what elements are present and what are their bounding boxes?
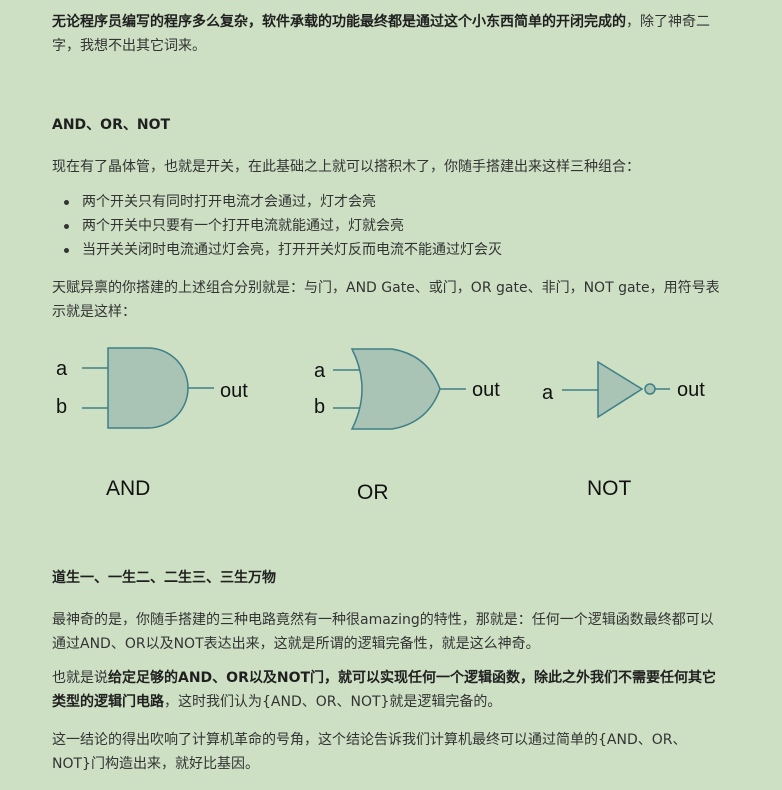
gate-names-paragraph: 天赋异禀的你搭建的上述组合分别就是：与门，AND Gate、或门，OR gate… [52, 280, 720, 320]
section-heading-completeness: 道生一、一生二、二生三、三生万物 [52, 570, 276, 586]
list-item: 当开关关闭时电流通过灯会亮，打开开关灯反而电流不能通过灯会灭 [52, 238, 502, 262]
article: 无论程序员编写的程序多么复杂，软件承载的功能最终都是通过这个小东西简单的开闭完成… [0, 0, 782, 790]
or-input-a-label: a [314, 360, 326, 382]
and-gate-body [107, 347, 189, 429]
section-heading-gates: AND、OR、NOT [52, 117, 171, 133]
and-output-label: out [220, 380, 248, 402]
and-input-a-label: a [56, 358, 68, 380]
or-gate: a b out OR [314, 348, 500, 504]
or-gate-body [350, 348, 441, 430]
not-caption: NOT [587, 477, 632, 500]
not-gate: a out NOT [542, 360, 705, 500]
and-input-b-label: b [56, 396, 67, 418]
list-item: 两个开关中只要有一个打开电流就能通过，灯就会亮 [52, 214, 502, 238]
logic-gates-figure: a b out AND a b out OR a out NOT [56, 347, 705, 504]
or-input-b-label: b [314, 396, 325, 418]
and-gate: a b out AND [56, 347, 248, 500]
and-caption: AND [106, 477, 150, 500]
or-output-label: out [472, 379, 500, 401]
list-item-text: 当开关关闭时电流通过灯会亮，打开开关灯反而电流不能通过灯会灭 [82, 242, 502, 258]
list-item-text: 两个开关只有同时打开电流才会通过，灯才会亮 [82, 194, 376, 210]
transistor-paragraph: 现在有了晶体管，也就是开关，在此基础之上就可以搭积木了，你随手搭建出来这样三种组… [52, 159, 640, 175]
not-gate-body [597, 360, 644, 419]
intro-paragraph: 无论程序员编写的程序多么复杂，软件承载的功能最终都是通过这个小东西简单的开闭完成… [52, 10, 720, 58]
revolution-paragraph: 这一结论的得出吹响了计算机革命的号角，这个结论告诉我们计算机最终可以通过简单的{… [52, 732, 687, 772]
completeness-pre-text: 也就是说 [52, 670, 108, 686]
bullet-icon [64, 248, 69, 253]
completeness-paragraph: 也就是说给定足够的AND、OR以及NOT门，就可以实现任何一个逻辑函数，除此之外… [52, 666, 720, 714]
or-caption: OR [357, 481, 389, 504]
list-item: 两个开关只有同时打开电流才会通过，灯才会亮 [52, 190, 502, 214]
completeness-post-text: ，这时我们认为{AND、OR、NOT}就是逻辑完备的。 [164, 694, 502, 710]
not-inversion-bubble [644, 383, 656, 395]
combination-list: 两个开关只有同时打开电流才会通过，灯才会亮 两个开关中只要有一个打开电流就能通过… [52, 190, 502, 262]
not-input-label: a [542, 382, 554, 404]
intro-bold-text: 无论程序员编写的程序多么复杂，软件承载的功能最终都是通过这个小东西简单的开闭完成… [52, 14, 626, 30]
bullet-icon [64, 200, 69, 205]
not-output-label: out [677, 379, 705, 401]
list-item-text: 两个开关中只要有一个打开电流就能通过，灯就会亮 [82, 218, 404, 234]
amazing-paragraph: 最神奇的是，你随手搭建的三种电路竟然有一种很amazing的特性，那就是：任何一… [52, 612, 714, 652]
bullet-icon [64, 224, 69, 229]
